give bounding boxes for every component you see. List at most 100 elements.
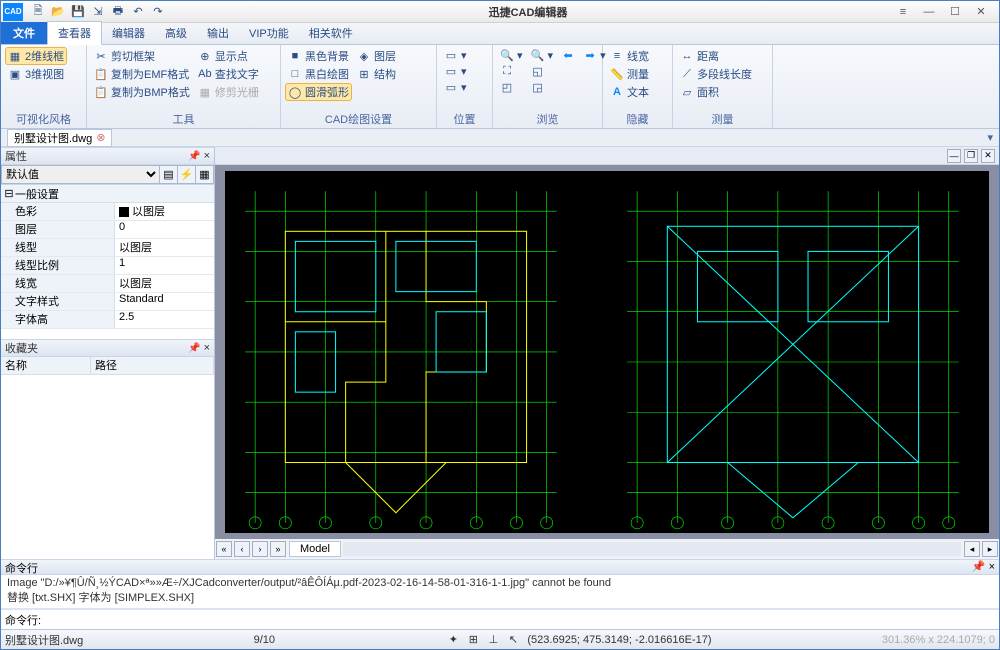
tab-vip[interactable]: VIP功能	[239, 22, 299, 44]
prop-btn1[interactable]: ▤	[160, 165, 178, 184]
tab-output[interactable]: 输出	[197, 22, 239, 44]
prop-row-lweight[interactable]: 线宽以图层	[1, 275, 214, 293]
cursor-icon[interactable]: ↖	[505, 632, 521, 648]
prop-row-textstyle[interactable]: 文字样式Standard	[1, 293, 214, 311]
btn-zoom-out[interactable]: 🔍▾	[528, 47, 557, 63]
log-line: 替换 [txt.SHX] 字体为 [SIMPLEX.SHX]	[7, 589, 993, 605]
btn-copy-emf[interactable]: 📋复制为EMF格式	[91, 65, 193, 83]
btn-round-arc[interactable]: ◯圆滑弧形	[285, 83, 352, 101]
close-panel-icon[interactable]: ×	[989, 561, 995, 573]
close-panel-icon[interactable]: ×	[204, 150, 210, 162]
tab-editor[interactable]: 编辑器	[102, 22, 155, 44]
status-zoom: 301.36% x 224.1079; 0	[882, 634, 995, 646]
qat-undo-icon[interactable]: ↶	[129, 3, 147, 21]
btn-show-point[interactable]: ⊕显示点	[195, 47, 262, 65]
scroll-prev-icon[interactable]: ‹	[234, 541, 250, 557]
prop-row-textheight[interactable]: 字体高2.5	[1, 311, 214, 329]
btn-layers[interactable]: ◈图层	[354, 47, 399, 65]
tabs-dropdown-icon[interactable]: ▾	[987, 131, 993, 144]
btn-nav2[interactable]: ◱	[528, 63, 557, 79]
group-visual-style: 可视化风格	[5, 110, 82, 128]
window-maximize-icon[interactable]: ☐	[945, 4, 965, 20]
btn-text-t[interactable]: A文本	[607, 83, 652, 101]
btn-nav3[interactable]: ◲	[528, 79, 557, 95]
pin-icon[interactable]: 📌	[188, 151, 200, 162]
tab-related[interactable]: 相关软件	[299, 22, 363, 44]
close-tab-icon[interactable]: ⊗	[96, 131, 105, 144]
title-bar: CAD 🗎 📂 💾 ⇲ 🖶 ↶ ↷ 迅捷CAD编辑器 ≡ — ☐ ✕	[1, 1, 999, 23]
tab-file[interactable]: 文件	[1, 22, 47, 44]
prop-row-color[interactable]: 色彩以图层	[1, 203, 214, 221]
document-tab[interactable]: 别墅设计图.dwg ⊗	[7, 129, 112, 147]
btn-bw-draw[interactable]: □黑白绘图	[285, 65, 352, 83]
scroll-first-icon[interactable]: «	[216, 541, 232, 557]
nav-icon: ◲	[531, 80, 545, 94]
btn-structure[interactable]: ⊞结构	[354, 65, 399, 83]
prop-row-linetype[interactable]: 线型以图层	[1, 239, 214, 257]
scroll-last-icon[interactable]: »	[270, 541, 286, 557]
btn-zoom-fit[interactable]: ⛶	[497, 63, 526, 79]
btn-nav-left[interactable]: ⬅	[558, 47, 578, 63]
btn-polyline-len[interactable]: ⟋多段线长度	[677, 65, 755, 83]
scroll-next-icon[interactable]: ›	[252, 541, 268, 557]
qat-save-icon[interactable]: 💾	[69, 3, 87, 21]
qat-new-icon[interactable]: 🗎	[29, 3, 47, 21]
group-position: 位置	[441, 110, 488, 128]
canvas-close-icon[interactable]: ✕	[981, 149, 995, 163]
btn-cut-frame[interactable]: ✂剪切框架	[91, 47, 193, 65]
col-path[interactable]: 路径	[91, 357, 214, 374]
pin-icon[interactable]: 📌	[188, 343, 200, 354]
scroll-right-icon[interactable]: ▸	[982, 541, 998, 557]
btn-2d-wireframe[interactable]: ▦2维线框	[5, 47, 67, 65]
model-tab[interactable]: Model	[289, 541, 341, 557]
group-cad-settings: CAD绘图设置	[285, 110, 432, 128]
btn-distance[interactable]: ↔距离	[677, 47, 755, 65]
btn-zoom-in[interactable]: 🔍▾	[497, 47, 526, 63]
tab-viewer[interactable]: 查看器	[47, 21, 102, 45]
btn-pos3[interactable]: ▭▾	[441, 79, 470, 95]
text-search-icon: Ab	[198, 67, 212, 81]
btn-black-bg[interactable]: ■黑色背景	[285, 47, 352, 65]
hscrollbar[interactable]	[343, 542, 961, 556]
btn-find-text[interactable]: Ab查找文字	[195, 65, 262, 83]
qat-export-icon[interactable]: ⇲	[89, 3, 107, 21]
btn-zoom-win[interactable]: ◰	[497, 79, 526, 95]
close-panel-icon[interactable]: ×	[204, 342, 210, 354]
ortho-icon[interactable]: ⊥	[485, 632, 501, 648]
btn-measure-t[interactable]: 📏测量	[607, 65, 652, 83]
zoom-in-icon: 🔍	[500, 48, 514, 62]
snap-icon[interactable]: ✦	[445, 632, 461, 648]
btn-linewidth[interactable]: ≡线宽	[607, 47, 652, 65]
white-square-icon: □	[288, 67, 302, 81]
qat-open-icon[interactable]: 📂	[49, 3, 67, 21]
btn-copy-bmp[interactable]: 📋复制为BMP格式	[91, 83, 193, 101]
scroll-left-icon[interactable]: ◂	[964, 541, 980, 557]
prop-btn3[interactable]: ▦	[196, 165, 214, 184]
canvas-min-icon[interactable]: —	[947, 149, 961, 163]
window-close-icon[interactable]: ✕	[971, 4, 991, 20]
btn-area[interactable]: ▱面积	[677, 83, 755, 101]
command-input[interactable]	[45, 614, 999, 626]
pin-icon[interactable]: 📌	[972, 561, 986, 573]
grid-icon[interactable]: ⊞	[465, 632, 481, 648]
qat-redo-icon[interactable]: ↷	[149, 3, 167, 21]
btn-pos1[interactable]: ▭▾	[441, 47, 470, 63]
tab-advanced[interactable]: 高级	[155, 22, 197, 44]
properties-panel-header: 属性 📌 ×	[1, 147, 214, 165]
rect-icon: ▭	[444, 48, 458, 62]
log-line: Image "D:/»¥¶Û/Ñ¸½ÝCAD×ª»»Æ÷/XJCadconver…	[7, 577, 993, 589]
btn-3d-view[interactable]: ▣3维视图	[5, 65, 67, 83]
property-filter-select[interactable]: 默认值	[1, 165, 160, 184]
drawing-canvas[interactable]	[225, 171, 989, 533]
drawing-area: — ❐ ✕	[215, 147, 999, 559]
btn-pos2[interactable]: ▭▾	[441, 63, 470, 79]
col-name[interactable]: 名称	[1, 357, 91, 374]
prop-btn2[interactable]: ⚡	[178, 165, 196, 184]
canvas-restore-icon[interactable]: ❐	[964, 149, 978, 163]
prop-row-ltscale[interactable]: 线型比例1	[1, 257, 214, 275]
window-menu-icon[interactable]: ≡	[893, 4, 913, 20]
prop-row-layer[interactable]: 图层0	[1, 221, 214, 239]
window-minimize-icon[interactable]: —	[919, 4, 939, 20]
qat-print-icon[interactable]: 🖶	[109, 3, 127, 21]
property-group[interactable]: ⊟一般设置	[1, 185, 214, 203]
